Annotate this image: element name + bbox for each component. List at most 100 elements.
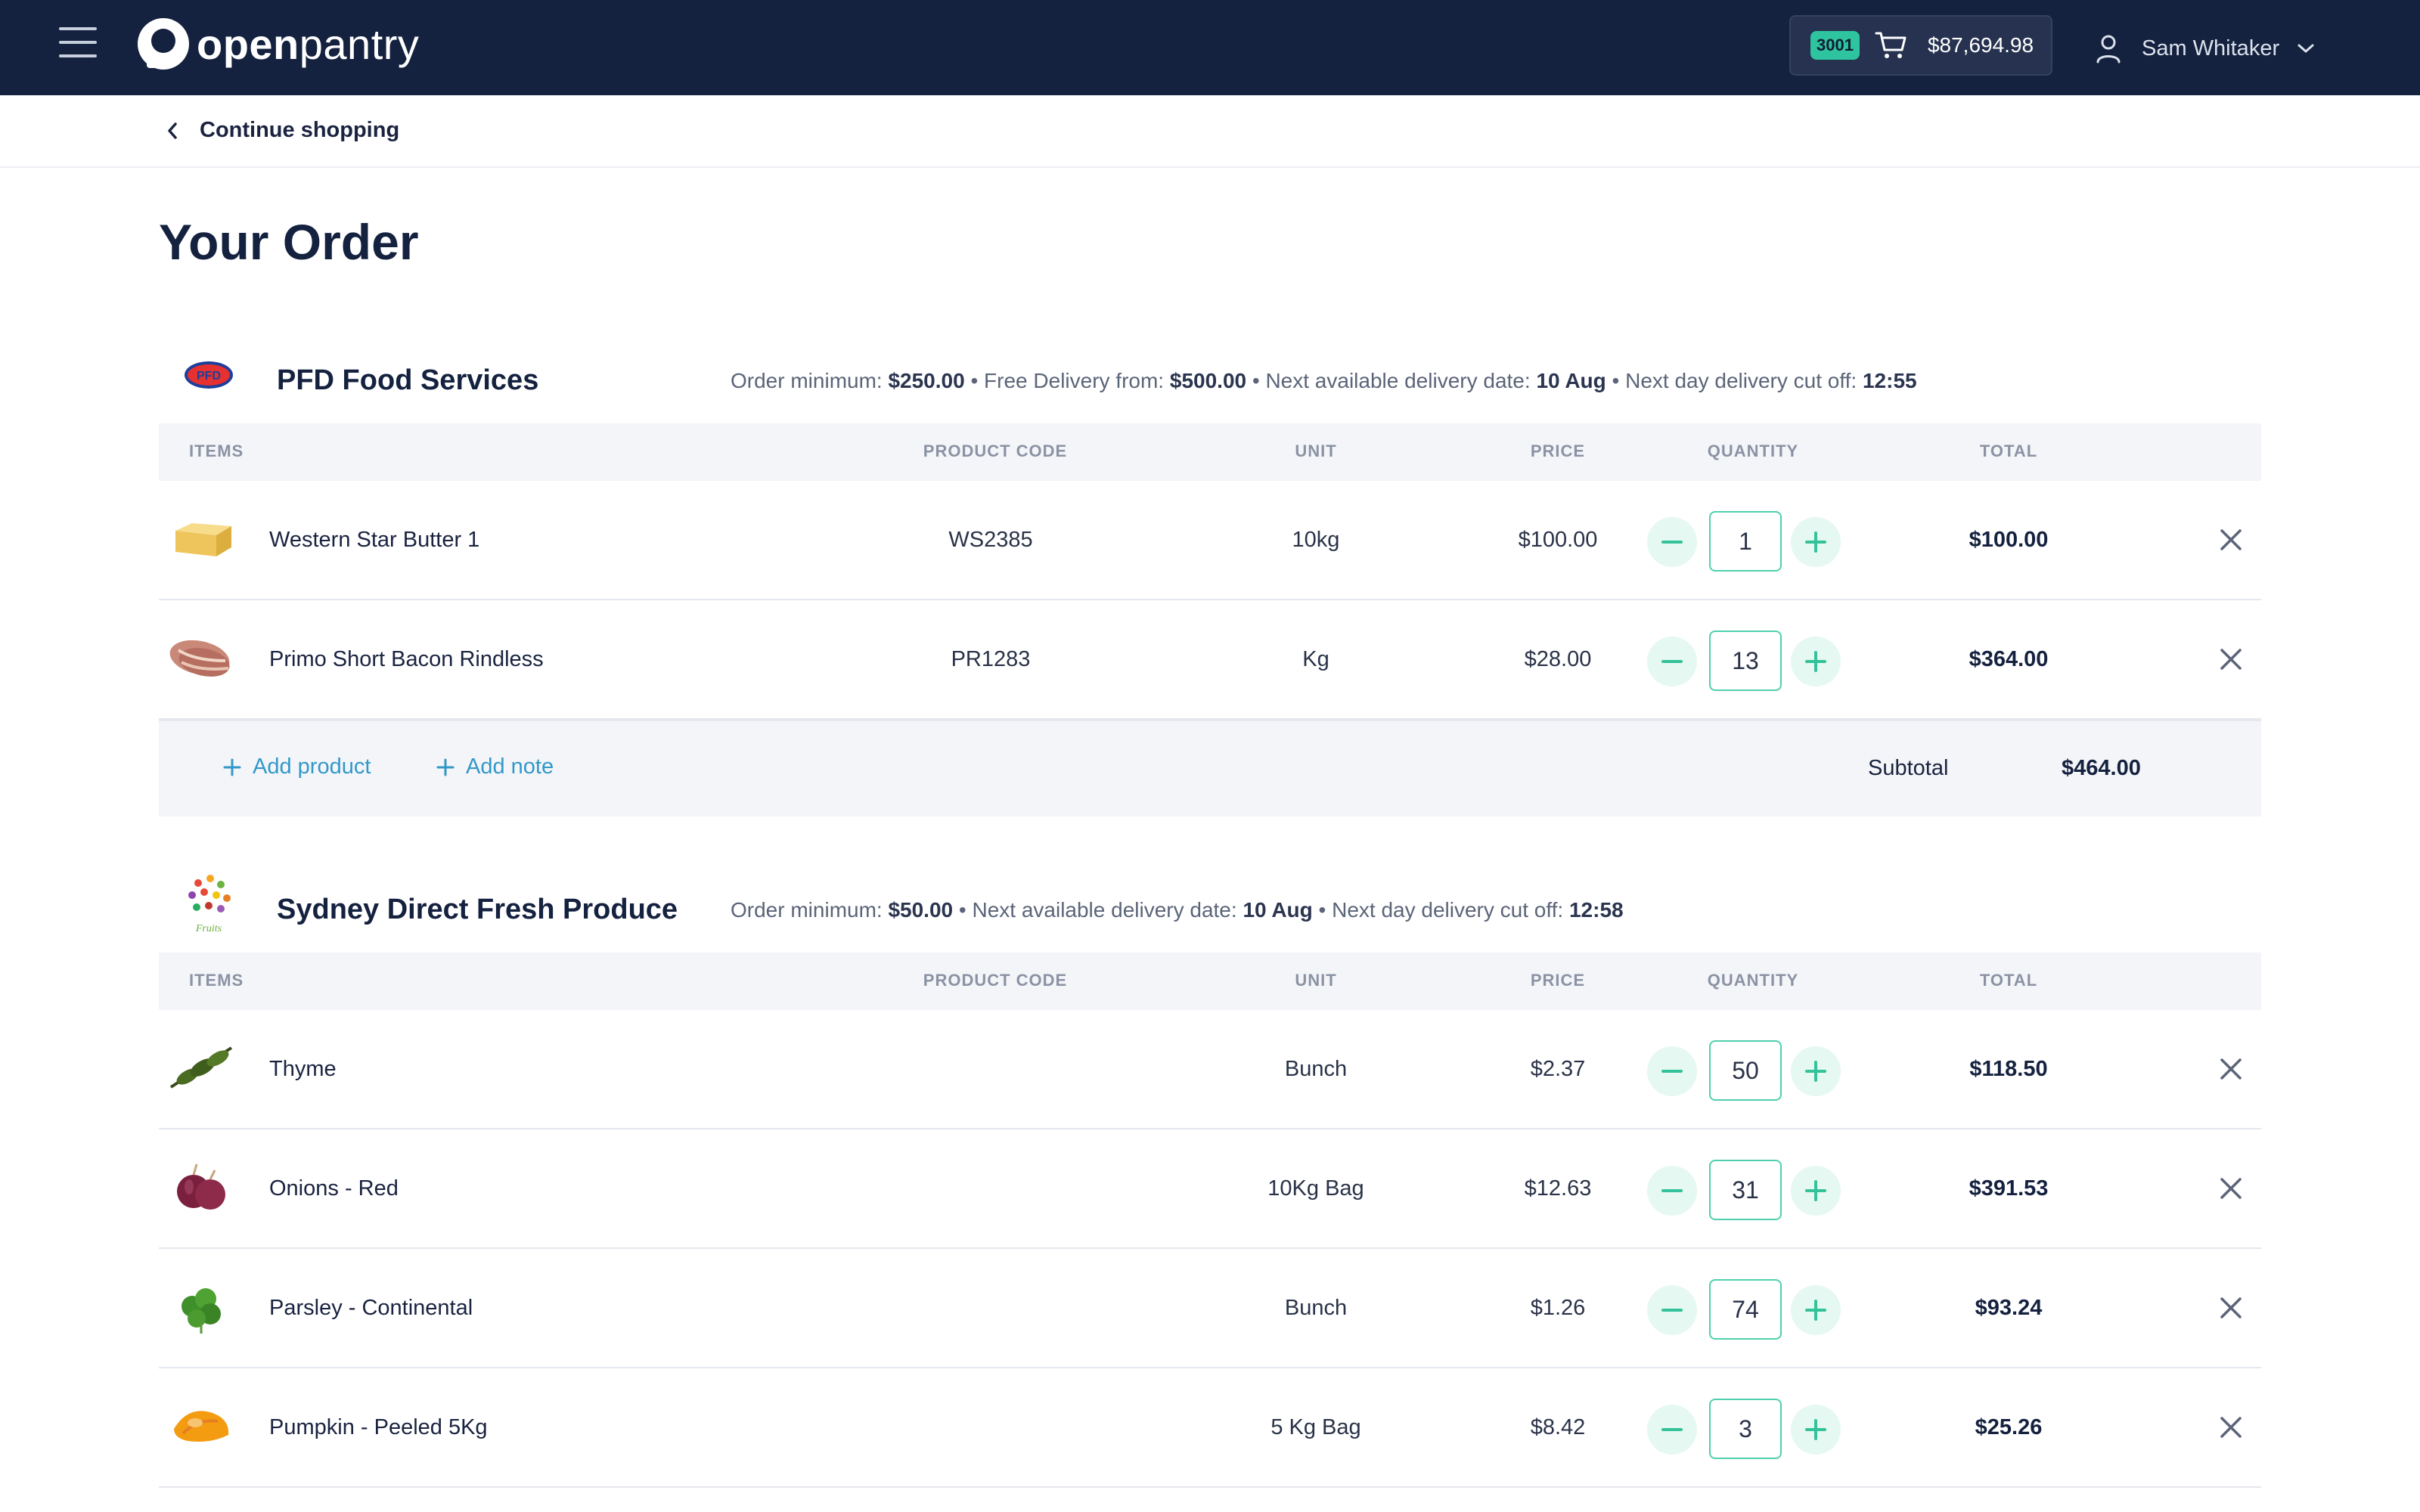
quantity-input[interactable]: [1709, 1040, 1782, 1101]
increase-quantity-button[interactable]: [1791, 637, 1841, 686]
increase-quantity-button[interactable]: [1791, 1405, 1841, 1455]
product-price: $12.63: [1524, 1176, 1592, 1201]
quantity-input[interactable]: [1709, 631, 1782, 691]
onion-icon: [177, 1163, 225, 1210]
openpantry-logo[interactable]: openpantry: [138, 17, 419, 71]
close-icon[interactable]: [2216, 1293, 2246, 1323]
add-product-label: Add product: [253, 754, 371, 779]
quantity-stepper: [1647, 1160, 1859, 1220]
close-icon[interactable]: [2216, 1412, 2246, 1442]
supplier-name: Sydney Direct Fresh Produce: [277, 894, 678, 925]
supplier-section: Fruits Sydney Direct Fresh Produce Order…: [159, 862, 2261, 1488]
line-total: $25.26: [1975, 1415, 2043, 1439]
logo-text: openpantry: [197, 20, 420, 68]
line-total: $364.00: [1969, 647, 2049, 671]
plus-icon: [223, 758, 241, 776]
col-product-code: PRODUCT CODE: [923, 442, 1068, 460]
continue-shopping-link[interactable]: Continue shopping: [165, 118, 399, 143]
sub-navbar: Continue shopping: [0, 95, 2420, 168]
add-note-button[interactable]: Add note: [436, 754, 554, 779]
product-unit: Bunch: [1284, 1057, 1348, 1081]
close-icon[interactable]: [2216, 525, 2246, 555]
col-price: PRICE: [1530, 442, 1586, 460]
logo-mark-icon: [138, 18, 189, 70]
product-unit: 10kg: [1292, 528, 1340, 552]
product-name[interactable]: Western Star Butter 1: [269, 528, 479, 553]
thyme-icon: [169, 1046, 233, 1089]
increase-quantity-button[interactable]: [1791, 517, 1841, 567]
quantity-input[interactable]: [1709, 1279, 1782, 1340]
decrease-quantity-button[interactable]: [1647, 517, 1697, 567]
decrease-quantity-button[interactable]: [1647, 1405, 1697, 1455]
product-unit: Kg: [1302, 647, 1329, 671]
col-price: PRICE: [1530, 971, 1586, 990]
cart-icon: [1875, 32, 1907, 58]
butter-icon: [175, 523, 231, 556]
supplier-delivery-info: Order minimum: $50.00 • Next available d…: [731, 898, 1624, 922]
quantity-stepper: [1647, 631, 1859, 691]
subtotal-label: Subtotal: [1868, 756, 1949, 780]
product-price: $8.42: [1530, 1415, 1586, 1439]
product-unit: Bunch: [1284, 1296, 1348, 1320]
product-price: $1.26: [1530, 1296, 1586, 1320]
product-unit: 5 Kg Bag: [1270, 1415, 1361, 1439]
line-total: $391.53: [1969, 1176, 2049, 1201]
increase-quantity-button[interactable]: [1791, 1285, 1841, 1335]
product-name[interactable]: Parsley - Continental: [269, 1296, 473, 1321]
decrease-quantity-button[interactable]: [1647, 637, 1697, 686]
user-menu[interactable]: Sam Whitaker: [2095, 27, 2316, 70]
fruits-logo: Fruits: [185, 872, 233, 934]
product-name[interactable]: Thyme: [269, 1057, 337, 1082]
cart-button[interactable]: 3001 $87,694.98: [1789, 15, 2052, 76]
supplier-delivery-info: Order minimum: $250.00 • Free Delivery f…: [731, 369, 1917, 392]
col-quantity: QUANTITY: [1707, 971, 1799, 990]
supplier-header: Fruits Sydney Direct Fresh Produce Order…: [159, 862, 2261, 953]
supplier-section: PFD PFD Food Services Order minimum: $25…: [159, 333, 2261, 816]
add-product-button[interactable]: Add product: [222, 754, 371, 779]
quantity-stepper: [1647, 1279, 1859, 1340]
increase-quantity-button[interactable]: [1791, 1166, 1841, 1216]
close-icon[interactable]: [2216, 1054, 2246, 1084]
page-title: Your Order: [159, 214, 419, 270]
col-unit: UNIT: [1295, 971, 1337, 990]
subtotal-value: $464.00: [2062, 756, 2141, 780]
pfd-logo: PFD: [185, 361, 233, 389]
supplier-name: PFD Food Services: [277, 364, 539, 396]
decrease-quantity-button[interactable]: [1647, 1285, 1697, 1335]
product-price: $100.00: [1518, 528, 1598, 552]
product-unit: 10Kg Bag: [1267, 1176, 1364, 1201]
product-name[interactable]: Onions - Red: [269, 1176, 399, 1201]
col-total: TOTAL: [1979, 971, 2038, 990]
col-product-code: PRODUCT CODE: [923, 971, 1068, 990]
cart-total: $87,694.98: [1927, 33, 2034, 57]
table-row: Western Star Butter 1 WS2385 10kg $100.0…: [159, 481, 2261, 600]
increase-quantity-button[interactable]: [1791, 1046, 1841, 1096]
col-items: ITEMS: [189, 442, 244, 460]
pumpkin-icon: [174, 1411, 229, 1442]
quantity-input[interactable]: [1709, 1160, 1782, 1220]
menu-icon[interactable]: [59, 27, 97, 60]
chevron-left-icon: [168, 122, 177, 139]
product-name[interactable]: Pumpkin - Peeled 5Kg: [269, 1415, 488, 1440]
product-code: WS2385: [948, 528, 1033, 552]
supplier-footer: Add product Add note Subtotal $464.00: [159, 720, 2261, 816]
top-navbar: openpantry 3001 $87,694.98 Sam Whitaker: [0, 0, 2420, 95]
decrease-quantity-button[interactable]: [1647, 1166, 1697, 1216]
quantity-input[interactable]: [1709, 511, 1782, 572]
table-row: Parsley - Continental Bunch $1.26 $93.24: [159, 1249, 2261, 1368]
user-name: Sam Whitaker: [2142, 36, 2280, 60]
close-icon[interactable]: [2216, 644, 2246, 674]
decrease-quantity-button[interactable]: [1647, 1046, 1697, 1096]
line-total: $100.00: [1969, 528, 2049, 552]
supplier-header: PFD PFD Food Services Order minimum: $25…: [159, 333, 2261, 423]
user-icon: [2096, 35, 2121, 64]
product-name[interactable]: Primo Short Bacon Rindless: [269, 647, 544, 672]
table-row: Primo Short Bacon Rindless PR1283 Kg $28…: [159, 600, 2261, 720]
table-row: Onions - Red 10Kg Bag $12.63 $391.53: [159, 1129, 2261, 1249]
close-icon[interactable]: [2216, 1173, 2246, 1204]
quantity-stepper: [1647, 511, 1859, 572]
col-unit: UNIT: [1295, 442, 1337, 460]
add-note-label: Add note: [466, 754, 554, 779]
quantity-input[interactable]: [1709, 1399, 1782, 1459]
continue-shopping-label: Continue shopping: [200, 118, 400, 142]
